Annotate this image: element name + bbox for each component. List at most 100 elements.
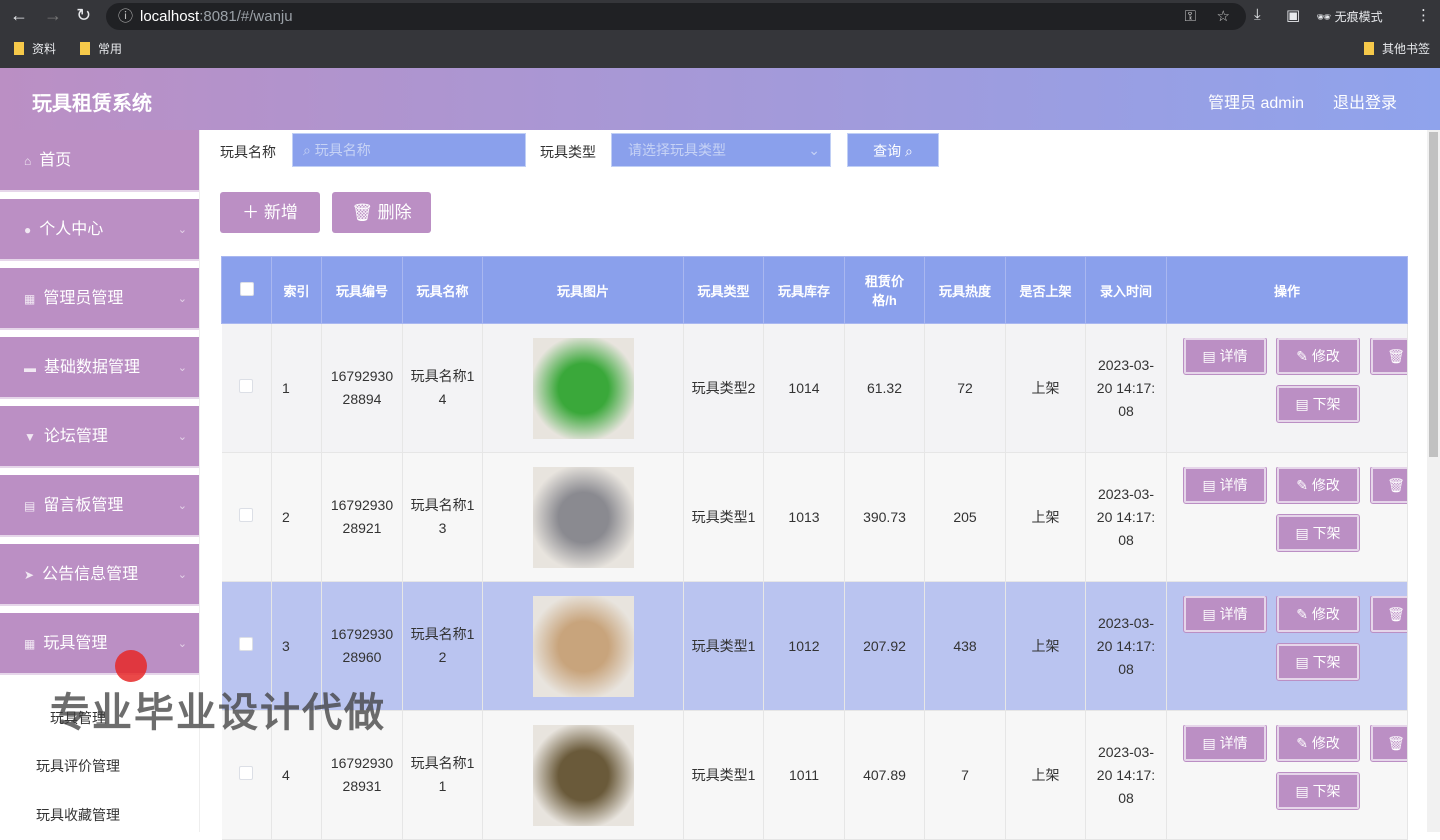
offshelf-button[interactable]: ▤ 下架 <box>1276 643 1360 681</box>
forward-icon[interactable]: → <box>44 5 62 26</box>
query-button[interactable]: 查询 ⌕ <box>847 133 939 167</box>
cell-stock: 1013 <box>763 452 845 582</box>
cell-status: 上架 <box>1005 452 1086 582</box>
row-delete-button[interactable]: 🗑 删除 <box>1370 467 1407 504</box>
send-icon: ➤ <box>24 568 35 582</box>
edit-button[interactable]: ✎ 修改 <box>1276 467 1360 504</box>
sidebar-item-3[interactable]: ▬ 基础数据管理 ⌄ <box>0 337 199 399</box>
cell-heat: 205 <box>924 452 1006 582</box>
page-scrollbar[interactable] <box>1427 130 1440 832</box>
row-checkbox[interactable] <box>239 636 254 651</box>
type-label: 玩具类型 <box>540 144 596 160</box>
cell-image <box>482 323 684 453</box>
bookmark-1[interactable]: 常用 <box>80 40 122 57</box>
cell-ops: ▤ 详情 ✎ 修改 🗑 删除 ▤ 下架 <box>1166 581 1408 711</box>
detail-button[interactable]: ▤ 详情 <box>1183 338 1267 375</box>
select-all-checkbox[interactable] <box>239 281 254 296</box>
offshelf-button[interactable]: ▤ 下架 <box>1276 385 1360 423</box>
sidebar-item-5[interactable]: ▤ 留言板管理 ⌄ <box>0 475 199 537</box>
row-checkbox[interactable] <box>239 765 254 780</box>
cell-name: 玩具名称14 <box>402 323 483 453</box>
sidebar-item-6[interactable]: ➤ 公告信息管理 ⌄ <box>0 544 199 606</box>
incognito-badge[interactable]: 🕶 无痕模式 <box>1316 8 1383 25</box>
logout-link[interactable]: 退出登录 <box>1333 89 1397 113</box>
table-row[interactable]: 4 1679293028931 玩具名称11 玩具类型1 1011 407.89 7 上架 20… <box>221 710 1408 840</box>
row-delete-button[interactable]: 🗑 删除 <box>1370 725 1407 762</box>
column-header: 玩具图片 <box>482 256 684 324</box>
sidepanel-icon[interactable]: ▣ <box>1286 6 1300 24</box>
offshelf-button[interactable]: ▤ 下架 <box>1276 772 1360 810</box>
row-checkbox[interactable] <box>239 507 254 522</box>
offshelf-button[interactable]: ▤ 下架 <box>1276 514 1360 552</box>
toy-image <box>532 337 634 439</box>
cell-checkbox <box>221 323 272 453</box>
sidebar-item-2[interactable]: ▦ 管理员管理 ⌄ <box>0 268 199 330</box>
sidebar-subitem-2[interactable]: 玩具收藏管理 <box>36 805 120 825</box>
sidebar-item-0[interactable]: ⌂ 首页 <box>0 130 199 192</box>
grid-icon: ▦ <box>24 292 36 306</box>
reload-icon[interactable]: ↻ <box>76 5 91 26</box>
cell-checkbox <box>221 452 272 582</box>
scrollbar-thumb[interactable] <box>1429 132 1438 457</box>
chevron-down-icon: ⌄ <box>177 293 187 305</box>
trash-icon: 🗑 <box>1387 606 1405 622</box>
sidebar-subitem-1[interactable]: 玩具评价管理 <box>36 756 120 776</box>
type-select[interactable]: 请选择玩具类型 ⌄ <box>611 133 831 167</box>
cell-type: 玩具类型2 <box>683 323 764 453</box>
toy-image <box>532 595 634 697</box>
download-icon[interactable]: ⤓ <box>1254 6 1261 23</box>
edit-button[interactable]: ✎ 修改 <box>1276 596 1360 633</box>
column-header: 租赁价格/h <box>844 256 925 324</box>
address-bar[interactable]: ⓘ localhost:8081/#/wanju ⚿ ☆ <box>106 3 1246 30</box>
detail-button[interactable]: ▤ 详情 <box>1183 467 1267 504</box>
delete-button[interactable]: 🗑 删除 <box>332 192 431 233</box>
document-icon: ▤ <box>1295 783 1309 799</box>
table-row[interactable]: 3 1679293028960 玩具名称12 玩具类型1 1012 207.92 438 上架… <box>221 581 1408 711</box>
edit-button[interactable]: ✎ 修改 <box>1276 725 1360 762</box>
cell-code: 1679293028921 <box>321 452 403 582</box>
menu-icon[interactable]: ⋮ <box>1416 6 1431 24</box>
cell-price: 207.92 <box>844 581 925 711</box>
sidebar-item-4[interactable]: ▼ 论坛管理 ⌄ <box>0 406 199 468</box>
edit-button[interactable]: ✎ 修改 <box>1276 338 1360 375</box>
detail-button[interactable]: ▤ 详情 <box>1183 596 1267 633</box>
cell-type: 玩具类型1 <box>683 710 764 840</box>
cell-ops: ▤ 详情 ✎ 修改 🗑 删除 ▤ 下架 <box>1166 323 1408 453</box>
cell-heat: 438 <box>924 581 1006 711</box>
column-header: 玩具热度 <box>924 256 1006 324</box>
cell-time: 2023-03-20 14:17:08 <box>1085 710 1167 840</box>
cell-type: 玩具类型1 <box>683 452 764 582</box>
name-search-input[interactable]: ⌕ 玩具名称 <box>292 133 526 167</box>
forum-icon: ▼ <box>24 430 36 444</box>
row-delete-button[interactable]: 🗑 删除 <box>1370 596 1407 633</box>
column-header: 操作 <box>1166 256 1408 324</box>
cell-index: 2 <box>271 452 322 582</box>
other-bookmarks[interactable]: 其他书签 <box>1364 40 1430 57</box>
chevron-down-icon: ⌄ <box>177 569 187 581</box>
toy-image <box>532 466 634 568</box>
app-header: 玩具租赁系统 管理员 admin 退出登录 <box>0 68 1440 130</box>
column-header: 玩具名称 <box>402 256 483 324</box>
cell-code: 1679293028894 <box>321 323 403 453</box>
watermark: 专业毕业设计代做 <box>50 691 386 735</box>
cell-name: 玩具名称13 <box>402 452 483 582</box>
chevron-down-icon: ⌄ <box>177 431 187 443</box>
star-icon[interactable]: ☆ <box>1217 3 1230 30</box>
document-icon: ▤ <box>1295 525 1309 541</box>
cursor-indicator <box>115 650 147 682</box>
detail-button[interactable]: ▤ 详情 <box>1183 725 1267 762</box>
browser-chrome: ← → ↻ ⓘ localhost:8081/#/wanju ⚿ ☆ ⤓ ▣ 🕶 无… <box>0 0 1440 68</box>
sidebar-item-7[interactable]: ▦ 玩具管理 ⌄ <box>0 613 199 675</box>
add-button[interactable]: ＋ 新增 <box>220 192 320 233</box>
row-checkbox[interactable] <box>239 378 254 393</box>
key-icon[interactable]: ⚿ <box>1185 3 1196 30</box>
back-icon[interactable]: ← <box>10 5 28 26</box>
sidebar-item-1[interactable]: ● 个人中心 ⌄ <box>0 199 199 261</box>
cell-name: 玩具名称11 <box>402 710 483 840</box>
table-row[interactable]: 2 1679293028921 玩具名称13 玩具类型1 1013 390.73 205 上架… <box>221 452 1408 582</box>
row-delete-button[interactable]: 🗑 删除 <box>1370 338 1407 375</box>
trash-icon: 🗑 <box>1387 348 1405 364</box>
table-row[interactable]: 1 1679293028894 玩具名称14 玩具类型2 1014 61.32 72 上架 20… <box>221 323 1408 453</box>
document-icon: ▤ <box>1295 396 1309 412</box>
bookmark-0[interactable]: 资料 <box>14 40 56 57</box>
